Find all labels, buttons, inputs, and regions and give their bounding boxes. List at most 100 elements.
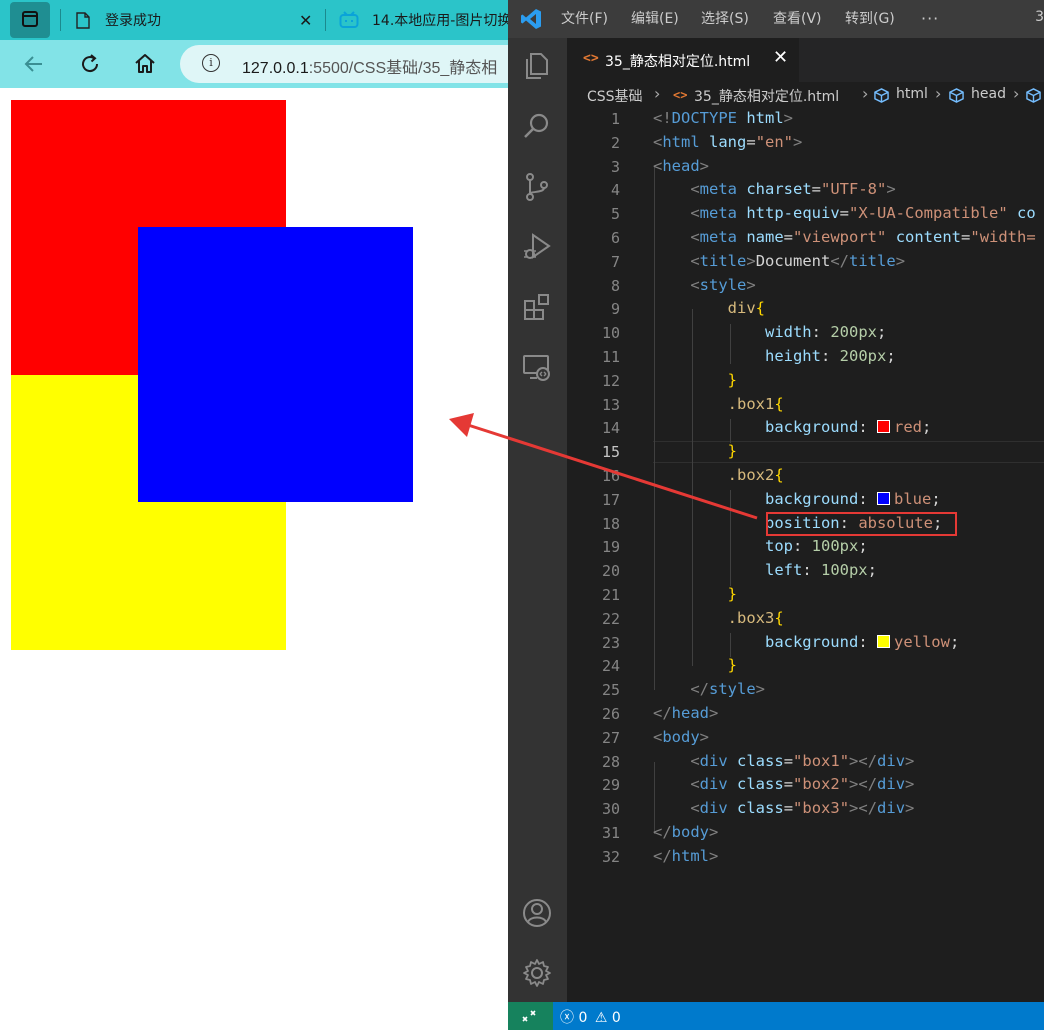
code-line: <body> bbox=[653, 728, 710, 746]
tab-divider bbox=[325, 9, 326, 31]
url-host: 127.0.0.1 bbox=[242, 60, 309, 77]
line-number: 17 bbox=[601, 491, 620, 509]
breadcrumb-file[interactable]: 35_静态相对定位.html bbox=[694, 86, 839, 106]
code-line: <meta charset="UTF-8"> bbox=[690, 180, 896, 198]
extensions-icon[interactable] bbox=[521, 291, 553, 323]
accounts-icon[interactable] bbox=[521, 897, 553, 929]
breadcrumb-head[interactable]: head bbox=[971, 86, 1006, 102]
tab-actions-button[interactable] bbox=[10, 2, 50, 38]
code-line: <style> bbox=[690, 276, 756, 294]
browser-window: 登录成功 ✕ 14.本地应用-图片切换 i 127.0.0.1:5500/CSS… bbox=[0, 0, 508, 1030]
line-number: 6 bbox=[610, 229, 620, 247]
code-line: <html lang="en"> bbox=[653, 133, 803, 151]
editor-tabs: <> 35_静态相对定位.html ✕ bbox=[567, 38, 1044, 82]
tab-close-button[interactable]: ✕ bbox=[299, 11, 312, 30]
line-number: 12 bbox=[601, 372, 620, 390]
problems-indicator[interactable]: ⓧ 0 ⚠ 0 bbox=[560, 1007, 621, 1027]
line-number: 25 bbox=[601, 681, 620, 699]
breadcrumb-html[interactable]: html bbox=[896, 86, 928, 102]
code-line: } bbox=[727, 442, 737, 460]
line-number: 3 bbox=[610, 158, 620, 176]
line-number: 2 bbox=[610, 134, 620, 152]
browser-nav-bar: i 127.0.0.1:5500/CSS基础/35_静态相 bbox=[0, 40, 508, 88]
code-line: div{ bbox=[727, 299, 765, 317]
code-line: <!DOCTYPE html> bbox=[653, 109, 794, 127]
menu-go[interactable]: 转到(G) bbox=[845, 0, 895, 38]
line-number: 19 bbox=[601, 538, 620, 556]
line-number: 24 bbox=[601, 657, 620, 675]
address-bar[interactable]: i 127.0.0.1:5500/CSS基础/35_静态相 bbox=[180, 45, 508, 83]
line-number: 21 bbox=[601, 586, 620, 604]
code-line: } bbox=[727, 656, 737, 674]
code-line: </head> bbox=[653, 704, 719, 722]
back-icon[interactable] bbox=[22, 52, 46, 76]
line-number: 9 bbox=[610, 300, 620, 318]
code-line: <div class="box3"></div> bbox=[690, 799, 915, 817]
line-number: 32 bbox=[601, 848, 620, 866]
activity-bar bbox=[508, 38, 567, 1002]
tab-title: 登录成功 bbox=[105, 13, 161, 29]
line-number: 20 bbox=[601, 562, 620, 580]
html-file-icon: <> bbox=[673, 88, 688, 102]
line-number: 16 bbox=[601, 467, 620, 485]
code-line: <head> bbox=[653, 157, 710, 175]
line-number: 27 bbox=[601, 729, 620, 747]
code-line: <meta http-equiv="X-UA-Compatible" co bbox=[690, 204, 1036, 222]
editor-tab-active[interactable]: <> 35_静态相对定位.html ✕ bbox=[567, 38, 799, 82]
error-icon: ⓧ bbox=[560, 1010, 574, 1026]
line-number: 30 bbox=[601, 800, 620, 818]
menu-more[interactable]: ··· bbox=[921, 0, 939, 38]
error-count: 0 bbox=[578, 1010, 588, 1026]
breadcrumb-chevron-icon: › bbox=[654, 84, 661, 103]
line-number: 23 bbox=[601, 634, 620, 652]
remote-explorer-icon[interactable] bbox=[521, 352, 553, 384]
search-icon[interactable] bbox=[521, 110, 553, 142]
code-line: </body> bbox=[653, 823, 719, 841]
line-number: 11 bbox=[601, 348, 620, 366]
line-number: 4 bbox=[610, 181, 620, 199]
line-number: 13 bbox=[601, 396, 620, 414]
url-text: 127.0.0.1:5500/CSS基础/35_静态相 bbox=[242, 54, 497, 78]
line-number: 5 bbox=[610, 205, 620, 223]
title-bar: 文件(F) 编辑(E) 选择(S) 查看(V) 转到(G) ··· 3 bbox=[508, 0, 1044, 38]
explorer-icon[interactable] bbox=[521, 50, 553, 82]
browser-tab-2[interactable]: 14.本地应用-图片切换 bbox=[333, 0, 508, 40]
site-info-icon[interactable]: i bbox=[202, 54, 220, 72]
line-number: 28 bbox=[601, 753, 620, 771]
line-number: 26 bbox=[601, 705, 620, 723]
menu-selection[interactable]: 选择(S) bbox=[701, 0, 749, 38]
breadcrumb-folder[interactable]: CSS基础 bbox=[587, 86, 643, 106]
line-number: 7 bbox=[610, 253, 620, 271]
line-number: 14 bbox=[601, 419, 620, 437]
menu-edit[interactable]: 编辑(E) bbox=[631, 0, 679, 38]
code-line: </html> bbox=[653, 847, 719, 865]
vscode-window: 文件(F) 编辑(E) 选择(S) 查看(V) 转到(G) ··· 3 <> 3… bbox=[508, 0, 1044, 1030]
menu-view[interactable]: 查看(V) bbox=[773, 0, 822, 38]
code-line: <meta name="viewport" content="width= bbox=[690, 228, 1036, 246]
refresh-icon[interactable] bbox=[78, 52, 102, 76]
code-line: background: blue; bbox=[764, 490, 941, 508]
code-line: background: red; bbox=[764, 418, 932, 436]
home-icon[interactable] bbox=[133, 52, 157, 76]
editor-tab-close-button[interactable]: ✕ bbox=[773, 47, 788, 68]
tab-actions-icon bbox=[22, 11, 38, 27]
remote-indicator[interactable] bbox=[508, 1002, 553, 1030]
tab-title: 14.本地应用-图片切换 bbox=[372, 13, 508, 29]
editor-tab-label: 35_静态相对定位.html bbox=[605, 54, 751, 70]
code-editor[interactable]: 1 <!DOCTYPE html> 2 <html lang="en"> 3 <head>… bbox=[567, 108, 1044, 1002]
vscode-logo-icon bbox=[521, 9, 541, 29]
breadcrumb: CSS基础 › <> 35_静态相对定位.html › html › head … bbox=[567, 82, 1044, 108]
warning-count: 0 bbox=[611, 1010, 621, 1026]
run-debug-icon[interactable] bbox=[521, 231, 553, 263]
line-number: 18 bbox=[601, 515, 620, 533]
line-number: 8 bbox=[610, 277, 620, 295]
status-bar: ⓧ 0 ⚠ 0 bbox=[508, 1002, 1044, 1030]
line-number: 22 bbox=[601, 610, 620, 628]
source-control-icon[interactable] bbox=[521, 171, 553, 203]
code-line: </style> bbox=[690, 680, 766, 698]
line-number: 15 bbox=[601, 443, 620, 461]
breadcrumb-chevron-icon: › bbox=[1013, 84, 1020, 103]
browser-tab-1[interactable]: 登录成功 ✕ bbox=[70, 0, 322, 40]
menu-file[interactable]: 文件(F) bbox=[561, 0, 608, 38]
settings-gear-icon[interactable] bbox=[521, 957, 553, 989]
